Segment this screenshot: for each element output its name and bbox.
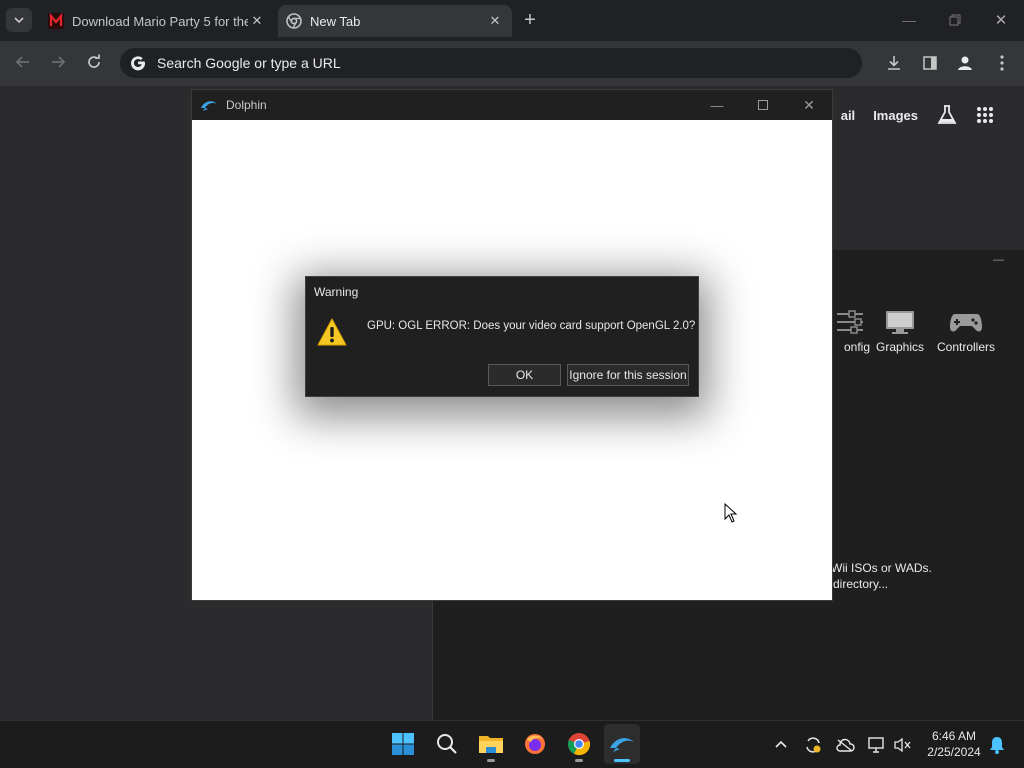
graphics-icon	[886, 311, 914, 334]
warning-dialog: Warning GPU: OGL ERROR: Does your video …	[305, 276, 699, 397]
dialog-title: Warning	[314, 285, 359, 299]
windows-logo-icon	[392, 733, 414, 755]
ok-button[interactable]: OK	[488, 364, 561, 386]
file-explorer-button[interactable]	[473, 724, 509, 764]
downloads-button[interactable]	[882, 51, 906, 75]
restore-window-button[interactable]	[938, 6, 972, 34]
maximize-button[interactable]	[740, 90, 786, 120]
close-window-button[interactable]: ✕	[984, 6, 1018, 34]
tab-new-tab[interactable]: New Tab ✕	[278, 5, 512, 37]
render-window-titlebar: Dolphin — ✕	[192, 90, 832, 120]
clock-date: 2/25/2024	[927, 745, 981, 759]
running-indicator	[575, 759, 583, 762]
profile-button[interactable]	[953, 51, 977, 75]
config-icon	[837, 310, 863, 334]
onedrive-tray-button[interactable]	[834, 734, 856, 756]
graphics-button[interactable]: Graphics	[870, 304, 930, 354]
minimize-window-button[interactable]: —	[993, 254, 1007, 266]
forward-arrow-icon	[52, 56, 66, 68]
start-button[interactable]	[385, 724, 421, 764]
sync-tray-button[interactable]	[802, 734, 824, 756]
side-panel-icon	[923, 56, 937, 70]
controllers-button[interactable]: Controllers	[936, 304, 996, 354]
chrome-icon	[568, 733, 591, 756]
gmail-link[interactable]: ail	[841, 108, 855, 123]
show-hidden-icons-button[interactable]	[770, 734, 792, 756]
sync-icon	[806, 737, 821, 753]
close-tab-icon[interactable]: ✕	[486, 12, 504, 30]
new-tab-button[interactable]: +	[518, 8, 542, 32]
network-icon	[868, 737, 884, 753]
taskbar-search-button[interactable]	[429, 724, 465, 764]
apps-grid-icon	[977, 107, 993, 123]
flask-icon	[937, 105, 957, 124]
profile-icon	[958, 56, 972, 70]
close-tab-icon[interactable]: ✕	[248, 12, 266, 30]
bell-icon	[990, 737, 1004, 754]
controllers-icon	[950, 314, 982, 332]
reload-icon	[88, 54, 100, 68]
side-panel-button[interactable]	[918, 51, 942, 75]
folder-icon	[479, 736, 503, 753]
ntp-top-links: ail Images	[841, 104, 994, 126]
hint-line: Wii ISOs or WADs.	[831, 561, 932, 575]
images-link[interactable]: Images	[873, 108, 918, 123]
back-button[interactable]	[10, 49, 36, 75]
restore-icon	[949, 14, 961, 26]
reload-button[interactable]	[81, 49, 107, 75]
chrome-favicon-icon	[286, 13, 302, 29]
dolphin-icon	[610, 738, 634, 752]
tab-search-button[interactable]	[6, 8, 32, 32]
cloud-icon	[836, 738, 855, 752]
tab-strip: Download Mario Party 5 for the ✕ New Tab…	[0, 0, 1024, 41]
network-tray-button[interactable]	[866, 734, 888, 756]
clock-time: 6:46 AM	[931, 729, 977, 743]
running-indicator	[487, 759, 495, 762]
back-arrow-icon	[15, 56, 29, 68]
forward-button[interactable]	[45, 49, 71, 75]
chrome-button[interactable]	[561, 724, 597, 764]
minimize-button[interactable]: —	[694, 90, 740, 120]
firefox-icon	[525, 734, 545, 754]
search-icon	[437, 734, 457, 754]
labs-button[interactable]	[936, 104, 958, 126]
mouse-cursor-icon	[724, 503, 738, 523]
game-list-empty-hint: Wii ISOs or WADs. directory...	[831, 560, 932, 592]
kebab-menu-icon	[1000, 55, 1004, 71]
volume-muted-icon	[894, 737, 911, 753]
google-g-icon	[131, 56, 146, 71]
firefox-button[interactable]	[517, 724, 553, 764]
volume-tray-button[interactable]	[892, 734, 914, 756]
maximize-icon	[758, 100, 768, 110]
tab-mario-party[interactable]: Download Mario Party 5 for the ✕	[40, 5, 274, 37]
chevron-down-icon	[14, 17, 24, 24]
close-button[interactable]: ✕	[786, 90, 832, 120]
ignore-session-button[interactable]: Ignore for this session	[567, 364, 689, 386]
omnibox-placeholder: Search Google or type a URL	[157, 55, 341, 71]
tab-title: Download Mario Party 5 for the	[72, 13, 248, 29]
google-apps-button[interactable]	[976, 106, 994, 124]
controllers-label: Controllers	[936, 340, 996, 354]
notifications-button[interactable]	[986, 734, 1008, 756]
graphics-label: Graphics	[875, 340, 925, 354]
tab-title: New Tab	[310, 13, 361, 29]
download-icon	[888, 56, 900, 70]
system-clock[interactable]: 6:46 AM 2/25/2024	[918, 728, 990, 760]
dolphin-logo-icon	[201, 101, 217, 111]
site-favicon-icon	[48, 13, 64, 29]
hint-line[interactable]: directory...	[831, 576, 932, 592]
warning-icon	[317, 318, 347, 346]
dialog-message: GPU: OGL ERROR: Does your video card sup…	[367, 320, 696, 332]
active-indicator	[614, 759, 630, 762]
minimize-window-button[interactable]: —	[892, 6, 926, 34]
render-window-title: Dolphin	[226, 98, 267, 112]
omnibox[interactable]: Search Google or type a URL	[120, 48, 862, 78]
chrome-menu-button[interactable]	[990, 51, 1014, 75]
dolphin-taskbar-button[interactable]	[604, 724, 640, 764]
chevron-up-icon	[775, 740, 787, 748]
